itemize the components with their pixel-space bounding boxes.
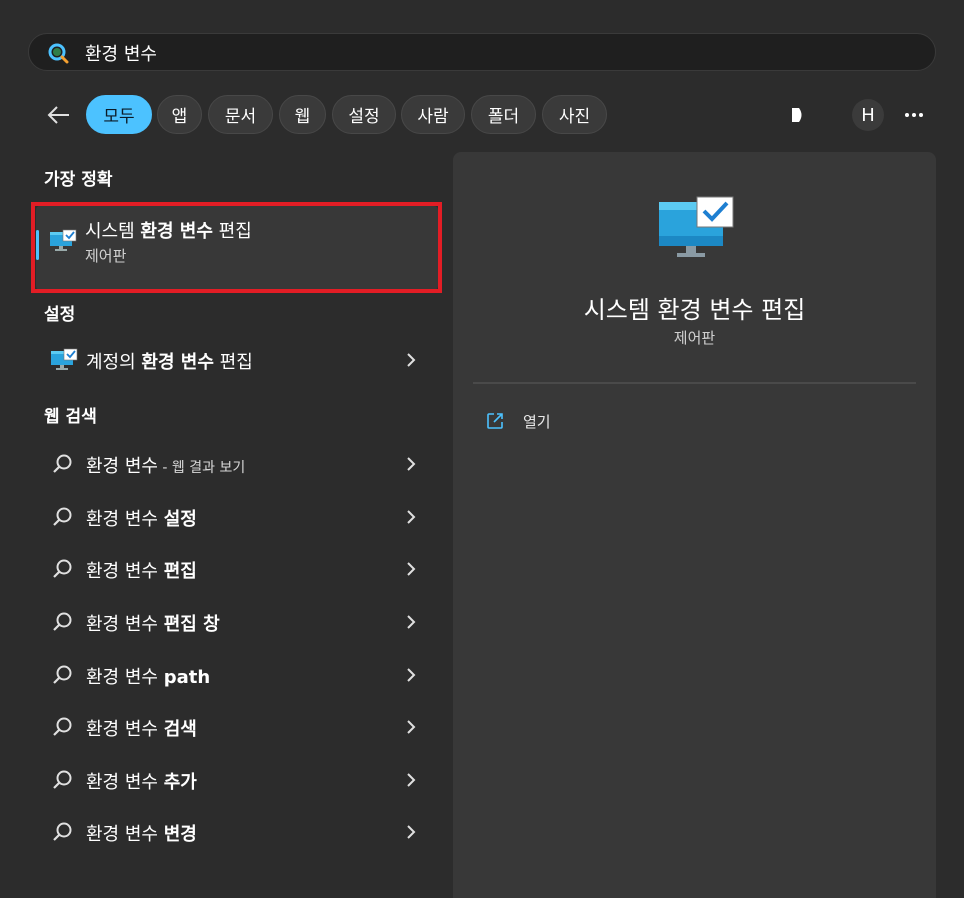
filter-chip-settings[interactable]: 설정 bbox=[332, 95, 396, 134]
web-search-text: 환경 변수 bbox=[86, 456, 158, 477]
settings-result-item[interactable]: 계정의 환경 변수 편집 bbox=[36, 337, 438, 383]
web-search-item[interactable]: 환경 변수 설정 bbox=[36, 494, 438, 540]
back-arrow-icon[interactable] bbox=[44, 100, 74, 130]
search-window: 모두 앱 문서 웹 설정 사람 폴더 사진 H 가장 정확 시스템 환경 변수 … bbox=[0, 0, 964, 898]
open-external-icon bbox=[487, 413, 503, 429]
web-search-text: 환경 변수 bbox=[86, 667, 164, 688]
settings-label-pre: 계정의 bbox=[86, 352, 142, 373]
avatar[interactable]: H bbox=[852, 99, 884, 131]
search-bar[interactable] bbox=[28, 33, 936, 71]
web-search-text: 환경 변수 bbox=[86, 561, 164, 582]
best-match-title-post: 편집 bbox=[212, 221, 252, 242]
chevron-right-icon bbox=[407, 720, 416, 734]
search-icon bbox=[53, 507, 72, 526]
web-search-item[interactable]: 환경 변수 편집 bbox=[36, 546, 438, 592]
web-search-item[interactable]: 환경 변수 변경 bbox=[36, 809, 438, 855]
system-properties-large-icon bbox=[659, 196, 734, 257]
search-icon bbox=[53, 612, 72, 631]
web-search-label: 환경 변수 설정 bbox=[86, 505, 197, 531]
web-search-label: 환경 변수 변경 bbox=[86, 820, 197, 846]
web-search-text: 환경 변수 bbox=[86, 824, 164, 845]
preview-title: 시스템 환경 변수 편집 bbox=[583, 296, 806, 324]
open-label: 열기 bbox=[523, 413, 551, 431]
web-search-label: 환경 변수 편집 창 bbox=[86, 610, 220, 636]
web-search-label: 환경 변수 편집 bbox=[86, 557, 197, 583]
web-search-bold: 추가 bbox=[163, 772, 197, 793]
web-search-label: 환경 변수 path bbox=[86, 663, 210, 689]
search-icon bbox=[53, 770, 72, 789]
filter-chip-web[interactable]: 웹 bbox=[279, 95, 326, 134]
settings-label-bold: 환경 변수 bbox=[141, 352, 214, 373]
best-match-subtitle: 제어판 bbox=[85, 247, 127, 265]
filter-chip-photos[interactable]: 사진 bbox=[542, 95, 607, 134]
web-search-bold: 변경 bbox=[163, 824, 197, 845]
chevron-right-icon bbox=[407, 510, 416, 524]
system-properties-icon bbox=[51, 348, 78, 370]
web-search-heading: 웹 검색 bbox=[44, 407, 97, 427]
chevron-right-icon bbox=[407, 668, 416, 682]
web-search-item[interactable]: 환경 변수 편집 창 bbox=[36, 599, 438, 645]
filter-chip-people[interactable]: 사람 bbox=[401, 95, 465, 134]
settings-heading: 설정 bbox=[44, 305, 76, 325]
web-search-text: 환경 변수 bbox=[86, 719, 164, 740]
web-search-text: 환경 변수 bbox=[86, 772, 164, 793]
chevron-right-icon bbox=[407, 353, 416, 367]
best-match-heading: 가장 정확 bbox=[44, 170, 113, 190]
open-action[interactable]: 열기 bbox=[483, 407, 683, 437]
search-icon bbox=[48, 43, 69, 64]
filter-chip-apps[interactable]: 앱 bbox=[157, 95, 202, 134]
more-options-icon[interactable] bbox=[900, 102, 928, 128]
chevron-right-icon bbox=[407, 562, 416, 576]
web-search-item[interactable]: 환경 변수 검색 bbox=[36, 704, 438, 750]
web-search-label: 환경 변수 검색 bbox=[86, 715, 197, 741]
filter-chip-folders[interactable]: 폴더 bbox=[471, 95, 536, 134]
settings-result-label: 계정의 환경 변수 편집 bbox=[86, 348, 253, 374]
chevron-right-icon bbox=[407, 615, 416, 629]
chevron-right-icon bbox=[407, 825, 416, 839]
web-search-bold: 편집 창 bbox=[163, 614, 220, 635]
settings-label-post: 편집 bbox=[213, 352, 253, 373]
preview-panel: 시스템 환경 변수 편집 제어판 열기 bbox=[453, 152, 936, 898]
web-search-item[interactable]: 환경 변수 path bbox=[36, 652, 438, 698]
web-search-bold: 검색 bbox=[163, 719, 197, 740]
search-icon bbox=[53, 822, 72, 841]
web-search-text: 환경 변수 bbox=[86, 509, 164, 530]
best-match-title: 시스템 환경 변수 편집 bbox=[85, 217, 252, 243]
best-match-title-bold: 환경 변수 bbox=[140, 221, 213, 242]
best-match-title-pre: 시스템 bbox=[85, 221, 141, 242]
web-search-bold: path bbox=[163, 667, 211, 688]
web-search-item[interactable]: 환경 변수 - 웹 결과 보기 bbox=[36, 441, 438, 487]
search-icon bbox=[53, 665, 72, 684]
web-search-label: 환경 변수 추가 bbox=[86, 768, 197, 794]
web-search-bold: 편집 bbox=[163, 561, 197, 582]
search-icon bbox=[53, 559, 72, 578]
search-icon bbox=[53, 717, 72, 736]
play-icon[interactable] bbox=[785, 103, 809, 127]
filter-chip-documents[interactable]: 문서 bbox=[208, 95, 273, 134]
preview-divider bbox=[473, 382, 916, 384]
search-icon bbox=[53, 454, 72, 473]
system-properties-icon bbox=[50, 229, 77, 251]
filter-chip-all[interactable]: 모두 bbox=[86, 95, 152, 134]
web-search-suffix: - 웹 결과 보기 bbox=[157, 460, 246, 476]
web-search-label: 환경 변수 - 웹 결과 보기 bbox=[86, 452, 245, 478]
search-input[interactable] bbox=[83, 40, 907, 66]
web-search-item[interactable]: 환경 변수 추가 bbox=[36, 757, 438, 803]
selection-indicator bbox=[36, 230, 39, 260]
chevron-right-icon bbox=[407, 773, 416, 787]
chevron-right-icon bbox=[407, 457, 416, 471]
web-search-bold: 설정 bbox=[163, 509, 197, 530]
preview-subtitle: 제어판 bbox=[673, 329, 716, 347]
web-search-text: 환경 변수 bbox=[86, 614, 164, 635]
